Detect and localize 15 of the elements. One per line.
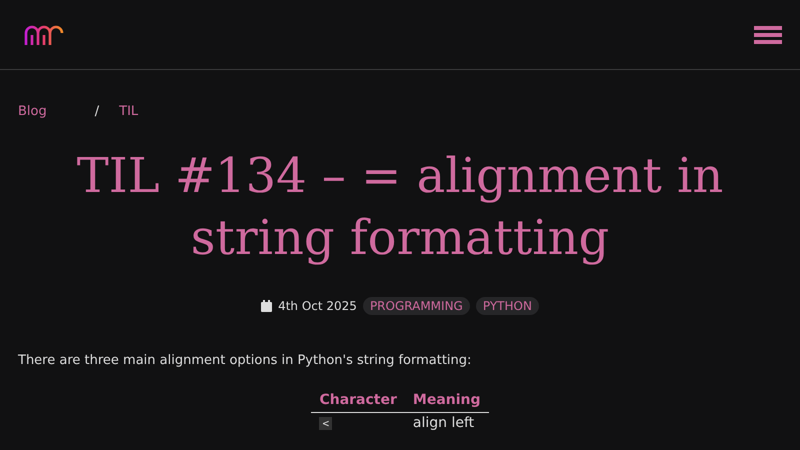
menu-button[interactable] <box>754 24 782 46</box>
table-cell: align left <box>404 412 489 433</box>
logo-icon[interactable] <box>24 22 66 46</box>
tag-link[interactable]: PYTHON <box>476 297 539 315</box>
breadcrumb-link[interactable]: TIL <box>119 104 138 119</box>
column-header: Character <box>311 388 405 412</box>
paragraph: There are three main alignment options in Python's string formatting: <box>18 353 472 368</box>
column-header: Meaning <box>404 388 489 412</box>
page-title: TIL #134 – = alignment in string formatting <box>76 147 724 268</box>
tag-link[interactable]: PROGRAMMING <box>362 297 470 315</box>
breadcrumb-link[interactable]: Blog <box>18 104 47 119</box>
code-snippet: < <box>319 417 332 430</box>
post-date: 4th Oct 2025 <box>278 299 357 313</box>
breadcrumb-separator: / <box>94 104 100 119</box>
calendar-icon <box>261 300 272 312</box>
